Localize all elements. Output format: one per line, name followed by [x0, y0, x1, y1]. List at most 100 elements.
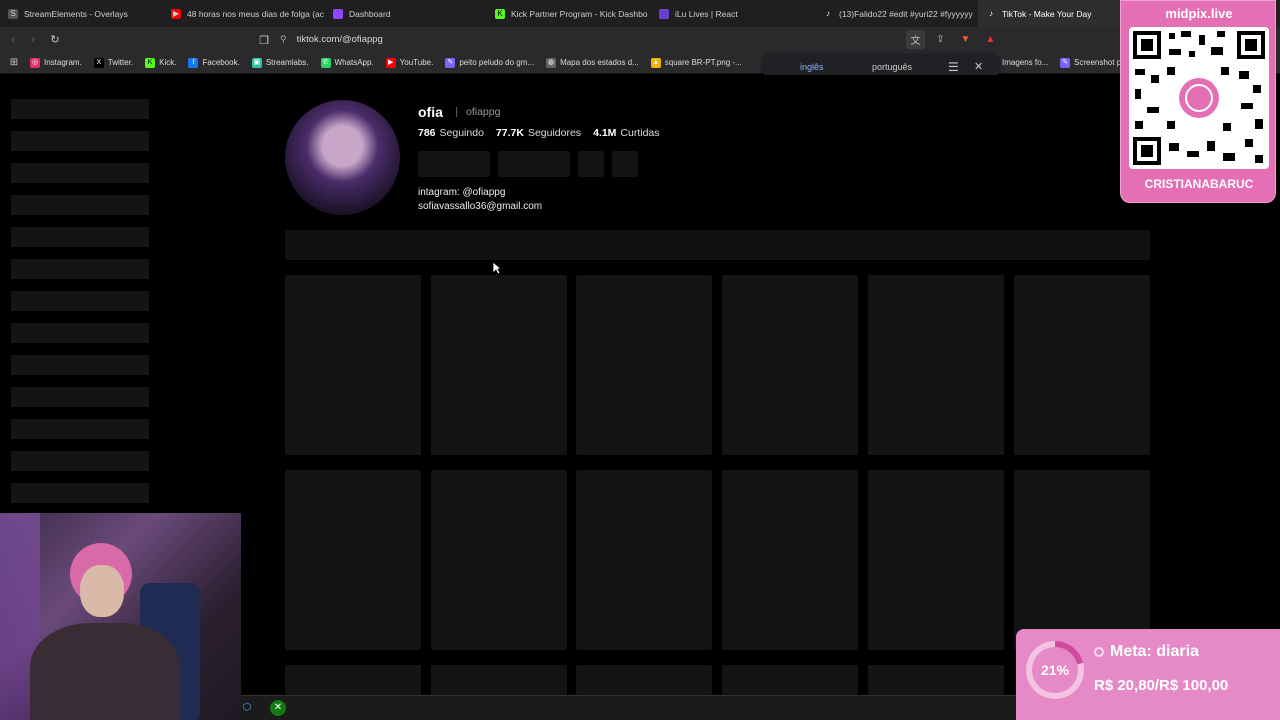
video-skeleton	[431, 665, 567, 695]
donation-qr-overlay: midpix.live CRISTIANABARUC	[1120, 0, 1276, 203]
goal-progress-ring: 21%	[1026, 641, 1084, 699]
facebook-icon: f	[188, 57, 199, 68]
sidebar-skeleton	[11, 387, 149, 407]
apps-grid-icon[interactable]: ⊞	[4, 53, 24, 73]
tab-tiktok-active[interactable]: ♪ TikTok - Make Your Day	[978, 0, 1120, 27]
bookmark-streamlabs[interactable]: ▣ Streamlabs.	[251, 57, 309, 68]
tab-title: Kick Partner Program - Kick Dashbo	[511, 8, 648, 19]
kick-icon: K	[145, 57, 156, 68]
video-skeleton	[576, 275, 712, 455]
bookmark-screenshot[interactable]: ✎ Screenshot p	[1060, 57, 1121, 68]
following-stat[interactable]: 786 Seguindo	[418, 127, 484, 139]
followers-stat[interactable]: 77.7K Seguidores	[496, 127, 581, 139]
pencil-icon: ✎	[1060, 57, 1070, 68]
tab-title: Dashboard	[349, 8, 391, 19]
bookmark-square[interactable]: ▲ square BR-PT.png -...	[650, 57, 742, 68]
bookmark-icon[interactable]: ❐	[254, 30, 274, 50]
video-skeleton	[722, 470, 858, 650]
address-bar-actions: 文 ⇪ ▼ ▲	[906, 30, 1000, 49]
profile-bio-line: intagram: @ofiappg	[418, 187, 506, 198]
divider	[456, 107, 457, 117]
twitch-icon	[333, 8, 343, 19]
likes-count: 4.1M	[593, 127, 617, 139]
drive-icon: ▲	[650, 57, 661, 68]
qr-title: midpix.live	[1165, 6, 1233, 21]
tab-ilu-lives[interactable]: iLu Lives | React	[651, 0, 815, 27]
follow-button-skeleton	[418, 151, 490, 177]
bookmark-label: Streamlabs.	[265, 58, 309, 67]
menu-icon[interactable]: ☰	[948, 60, 959, 74]
streamer-face	[80, 565, 124, 617]
sidebar-skeleton	[11, 227, 149, 247]
video-skeleton	[285, 665, 421, 695]
back-icon[interactable]: ‹	[3, 30, 23, 50]
icon-button-skeleton	[578, 151, 604, 177]
reload-icon[interactable]: ↻	[45, 30, 65, 50]
brave-rewards-icon[interactable]: ▲	[981, 30, 1000, 49]
goal-percent: 21%	[1032, 647, 1078, 693]
sidebar-skeleton	[11, 259, 149, 279]
bookmark-peito[interactable]: ✎ peito peludo do gm...	[445, 57, 534, 68]
sidebar-skeleton	[11, 355, 149, 375]
tab-dashboard[interactable]: Dashboard	[325, 0, 487, 27]
icon-button-skeleton	[612, 151, 638, 177]
tab-youtube-video[interactable]: ▶ 48 horas nos meus dias de folga (ac	[163, 0, 325, 27]
donation-goal-overlay: 21% Meta: diaria R$ 20,80/R$ 100,00	[1016, 629, 1280, 720]
pencil-icon: ✎	[445, 57, 456, 68]
following-count: 786	[418, 127, 436, 139]
bookmarks-bar: ⊞ ◎ Instagram. X Twitter. K Kick. f Facebook…	[0, 52, 1280, 74]
bookmark-twitter[interactable]: X Twitter.	[93, 57, 133, 68]
sidebar-skeleton	[11, 195, 149, 215]
tiktok-icon: ♪	[826, 8, 830, 18]
tab-streamelements[interactable]: S StreamElements - Overlays	[0, 0, 163, 27]
xbox-icon[interactable]: ✕	[270, 700, 286, 716]
followers-count: 77.7K	[495, 127, 524, 139]
sidebar-skeleton	[11, 483, 149, 503]
sidebar-skeleton	[11, 99, 149, 119]
close-icon[interactable]: ✕	[974, 60, 983, 73]
video-skeleton	[285, 470, 421, 650]
tab-kick-partner[interactable]: K Kick Partner Program - Kick Dashbo	[487, 0, 651, 27]
video-skeleton	[431, 275, 567, 455]
sidebar-skeleton	[11, 451, 149, 471]
tab-title: (13)Falido22 #edit #yuri22 #fyyyyyy	[839, 8, 973, 19]
video-skeleton	[1014, 275, 1150, 455]
bookmark-imagens[interactable]: Imagens fo...	[1002, 58, 1048, 67]
bookmark-label: YouTube.	[399, 58, 434, 67]
address-bar[interactable]: ⚲ tiktok.com/@ofiappg	[280, 30, 1000, 49]
bookmark-label: Mapa dos estados d...	[560, 58, 639, 67]
qr-recipient-name: CRISTIANABARUC	[1144, 177, 1254, 191]
video-skeleton	[868, 275, 1004, 455]
app-icon[interactable]: ⬡	[239, 700, 255, 716]
tabs-skeleton	[285, 230, 1150, 260]
bookmark-instagram[interactable]: ◎ Instagram.	[30, 57, 82, 68]
tab-title: TikTok - Make Your Day	[1002, 8, 1092, 19]
following-label: Seguindo	[439, 127, 484, 139]
tab-tiktok-video[interactable]: ♪ (13)Falido22 #edit #yuri22 #fyyyyyy	[815, 0, 978, 27]
profile-avatar[interactable]	[285, 100, 400, 215]
bookmark-kick[interactable]: K Kick.	[145, 57, 176, 68]
translate-icon[interactable]: 文	[906, 30, 925, 49]
video-skeleton	[431, 470, 567, 650]
profile-handle: ofiappg	[466, 106, 501, 118]
youtube-icon: ▶	[171, 8, 181, 19]
streamlabs-icon: ▣	[251, 57, 262, 68]
site-info-icon[interactable]: ⚲	[280, 34, 287, 45]
translate-from-tab[interactable]: inglês	[800, 62, 824, 72]
profile-bio-line: sofiavassallo36@gmail.com	[418, 201, 543, 212]
goal-title-text: Meta: diaria	[1110, 643, 1199, 660]
video-skeleton	[868, 665, 1004, 695]
bookmark-youtube[interactable]: ▶ YouTube.	[385, 57, 434, 68]
bookmark-whatsapp[interactable]: ✆ WhatsApp.	[320, 57, 374, 68]
bookmark-mapa[interactable]: ◍ Mapa dos estados d...	[546, 57, 639, 68]
likes-stat: 4.1M Curtidas	[593, 127, 659, 139]
forward-icon[interactable]: ›	[23, 30, 43, 50]
url-text: tiktok.com/@ofiappg	[296, 34, 383, 45]
translate-to-tab[interactable]: português	[872, 62, 912, 72]
streamelements-icon: S	[8, 8, 18, 19]
bookmark-label: Instagram.	[44, 58, 82, 67]
brave-shield-icon[interactable]: ▼	[956, 30, 975, 49]
qr-code-image	[1133, 31, 1265, 165]
share-icon[interactable]: ⇪	[931, 30, 950, 49]
bookmark-facebook[interactable]: f Facebook.	[188, 57, 240, 68]
